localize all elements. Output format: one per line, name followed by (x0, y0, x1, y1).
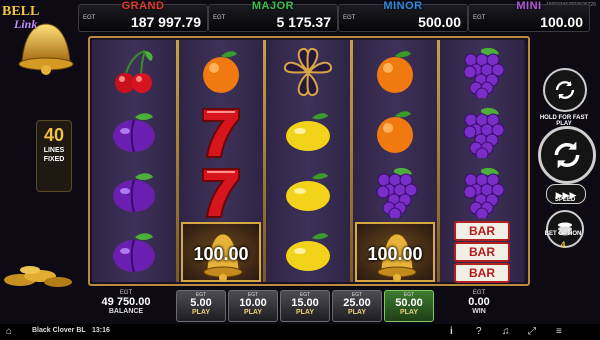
bet-value: 25.00 (343, 297, 371, 309)
jackpot-value: 500.00 (418, 14, 461, 30)
jackpot-grand: GRAND EGT 187 997.79 (78, 0, 208, 32)
grapes-symbol (440, 102, 524, 162)
balance-value: 49 750.00 (101, 296, 151, 308)
bet-button-4[interactable]: EGT 25.00 PLAY (332, 290, 382, 322)
reel-2: 100.00 (179, 40, 263, 282)
coins-icon (4, 266, 72, 287)
orange-symbol (353, 42, 437, 102)
game-name: Black Clover BL (32, 327, 86, 334)
bet-value: 5.00 (190, 297, 212, 309)
home-icon[interactable]: ⌂ (6, 326, 12, 338)
bell-link-logo: BELL Link (0, 0, 82, 80)
jackpot-prefix: EGT (343, 15, 356, 21)
speed-label: SPEED (554, 197, 576, 203)
grapes-symbol (440, 42, 524, 102)
jackpot-value: 100.00 (540, 14, 583, 30)
cherries-symbol (92, 42, 176, 102)
winning-bell-symbol: 100.00 (355, 222, 435, 282)
bar-label: BAR (454, 221, 510, 241)
lines-label: LINES (43, 147, 65, 154)
orange-symbol (353, 102, 437, 162)
jackpot-prefix: EGT (83, 15, 96, 21)
win-value: 0.00 (468, 296, 490, 308)
triple-bar-symbol: BAR BAR BAR (440, 221, 524, 283)
status-bar: ⌂ Black Clover BL 13:16 i ? ♫ ⤢ ≡ (0, 324, 600, 340)
reel-4: 100.00 (353, 40, 437, 282)
jackpot-name: GRAND (121, 0, 165, 12)
seven-symbol (179, 102, 263, 162)
bet-play-label: PLAY (243, 309, 263, 316)
plum-symbol (92, 162, 176, 222)
music-icon[interactable]: ♫ (502, 326, 510, 338)
bet-play-label: PLAY (347, 309, 367, 316)
plum-symbol (92, 102, 176, 162)
jackpot-prefix: EGT (213, 15, 226, 21)
bell-win-value: 100.00 (193, 244, 249, 264)
seven-symbol (179, 162, 263, 222)
winning-bell-symbol: 100.00 (181, 222, 261, 282)
lemon-symbol (266, 162, 350, 222)
jackpot-minor: MINOR EGT 500.00 (338, 0, 468, 32)
jackpot-major: MAJOR EGT 5 175.37 (208, 0, 338, 32)
bar-label: BAR (454, 263, 510, 283)
jackpot-mini: MINI EGT 100.00 (468, 0, 590, 32)
jackpot-name: MAJOR (251, 0, 295, 12)
jackpot-prefix: EGT (473, 15, 486, 21)
bet-button-3[interactable]: EGT 15.00 PLAY (280, 290, 330, 322)
spin-icon (554, 141, 580, 169)
autoplay-icon (555, 81, 575, 99)
clock: 13:16 (92, 327, 110, 334)
lines-fixed-label: FIXED (43, 156, 65, 163)
reel-1 (92, 40, 176, 282)
bar-label: BAR (454, 242, 510, 262)
bet-play-label: PLAY (399, 309, 419, 316)
lines-count: 40 (43, 125, 65, 145)
win-label: WIN (472, 308, 486, 315)
jackpot-value: 187 997.79 (130, 14, 201, 30)
reel-3 (266, 40, 350, 282)
lemon-symbol (266, 222, 350, 282)
win-display: EGT 0.00 WIN (444, 290, 514, 315)
bet-play-label: PLAY (295, 309, 315, 316)
fullscreen-icon[interactable]: ⤢ (528, 326, 536, 338)
coin-pile-logo (0, 250, 80, 290)
help-icon[interactable]: ? (476, 326, 482, 338)
bet-button-5[interactable]: EGT 50.00 PLAY (384, 290, 434, 322)
grapes-symbol (440, 162, 524, 222)
menu-icon[interactable]: ≡ (556, 326, 562, 338)
balance-label: BALANCE (108, 308, 144, 315)
bet-option-value: 4 (560, 240, 566, 250)
bet-value: 15.00 (291, 297, 319, 309)
bet-value: 50.00 (395, 297, 423, 309)
clover-symbol (266, 42, 350, 102)
balance-display: EGT 49 750.00 BALANCE (88, 290, 164, 315)
logo-text-link: Link (14, 17, 38, 31)
bet-option-label: BET OPTION (544, 231, 582, 237)
spin-button[interactable] (538, 126, 596, 184)
jackpot-value: 5 175.37 (276, 14, 332, 30)
lines-fixed-badge: 40 LINES FIXED (36, 120, 72, 192)
jackpot-name: MINOR (383, 0, 423, 12)
orange-symbol (179, 42, 263, 102)
lemon-symbol (266, 102, 350, 162)
jackpot-name: MINI (516, 0, 542, 12)
grapes-symbol (353, 162, 437, 222)
bet-button-1[interactable]: EGT 5.00 PLAY (176, 290, 226, 322)
autoplay-button[interactable] (543, 68, 587, 112)
info-icon[interactable]: i (450, 326, 453, 338)
bet-value: 10.00 (239, 297, 267, 309)
bell-win-value: 100.00 (367, 244, 423, 264)
reel-5: BAR BAR BAR (440, 40, 524, 283)
bet-play-label: PLAY (191, 309, 211, 316)
plum-symbol (92, 222, 176, 282)
bet-button-2[interactable]: EGT 10.00 PLAY (228, 290, 278, 322)
reel-area: 100.00 100.00 BAR BAR BAR (88, 36, 530, 286)
